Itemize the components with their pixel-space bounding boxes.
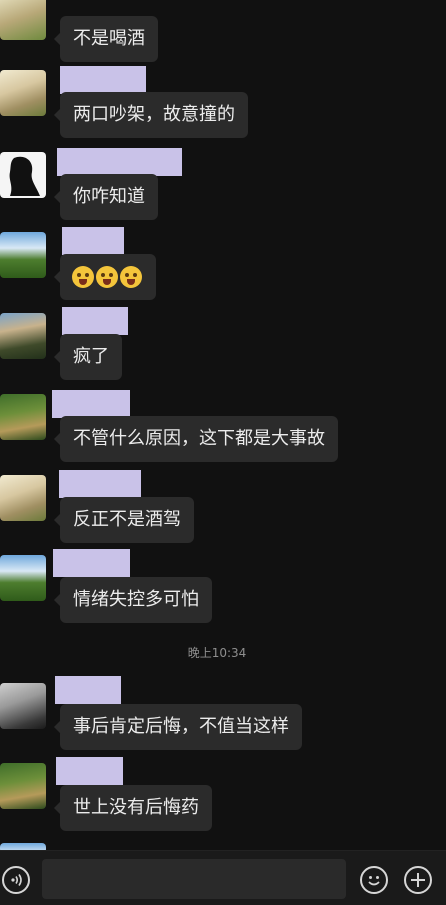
message-bubble[interactable]: 你咋知道 — [54, 174, 158, 220]
chat-message-list[interactable]: 不是喝酒 两口吵架，故意撞的 你咋知道 疯了 不管什么原因，这下都是大事故 反正… — [0, 0, 446, 850]
sender-name-redacted — [55, 676, 121, 704]
crying-laughing-face-icon — [72, 266, 94, 288]
sender-name-redacted — [53, 549, 130, 577]
sender-name-redacted — [62, 307, 128, 335]
message-bubble[interactable]: 反正不是酒驾 — [54, 497, 194, 543]
plus-icon — [411, 873, 425, 887]
avatar[interactable] — [0, 70, 46, 116]
avatar[interactable] — [0, 555, 46, 601]
emoji-button[interactable] — [360, 866, 388, 894]
avatar[interactable] — [0, 475, 46, 521]
avatar[interactable] — [0, 232, 46, 278]
sender-name-redacted — [59, 470, 141, 498]
voice-icon — [11, 874, 22, 886]
voice-button[interactable] — [2, 866, 30, 894]
emoji-message-bubble[interactable] — [54, 254, 156, 300]
message-bubble[interactable]: 不是喝酒 — [54, 16, 158, 62]
message-bubble[interactable]: 不管什么原因，这下都是大事故 — [54, 416, 338, 462]
message-bubble[interactable]: 疯了 — [54, 334, 122, 380]
avatar[interactable] — [0, 313, 46, 359]
avatar[interactable] — [0, 152, 46, 198]
message-bubble[interactable]: 情绪失控多可怕 — [54, 577, 212, 623]
avatar[interactable] — [0, 843, 46, 850]
emoji-icon — [368, 876, 380, 886]
crying-laughing-face-icon — [96, 266, 118, 288]
avatar[interactable] — [0, 0, 46, 40]
message-bubble[interactable]: 世上没有后悔药 — [54, 785, 212, 831]
avatar[interactable] — [0, 683, 46, 729]
sender-name-redacted — [62, 227, 124, 255]
crying-laughing-face-icon — [120, 266, 142, 288]
sender-name-redacted — [57, 148, 182, 176]
sender-name-redacted — [56, 757, 123, 785]
message-bubble[interactable]: 事后肯定后悔，不值当这样 — [54, 704, 302, 750]
timestamp: 晚上10:34 — [187, 646, 247, 660]
avatar[interactable] — [0, 763, 46, 809]
message-input[interactable] — [42, 859, 346, 899]
avatar[interactable] — [0, 394, 46, 440]
sender-name-redacted — [60, 66, 146, 94]
plus-button[interactable] — [404, 866, 432, 894]
input-bar — [0, 850, 446, 905]
silhouette-icon — [9, 156, 40, 196]
sender-name-redacted — [52, 390, 130, 418]
message-bubble[interactable]: 两口吵架，故意撞的 — [54, 92, 248, 138]
